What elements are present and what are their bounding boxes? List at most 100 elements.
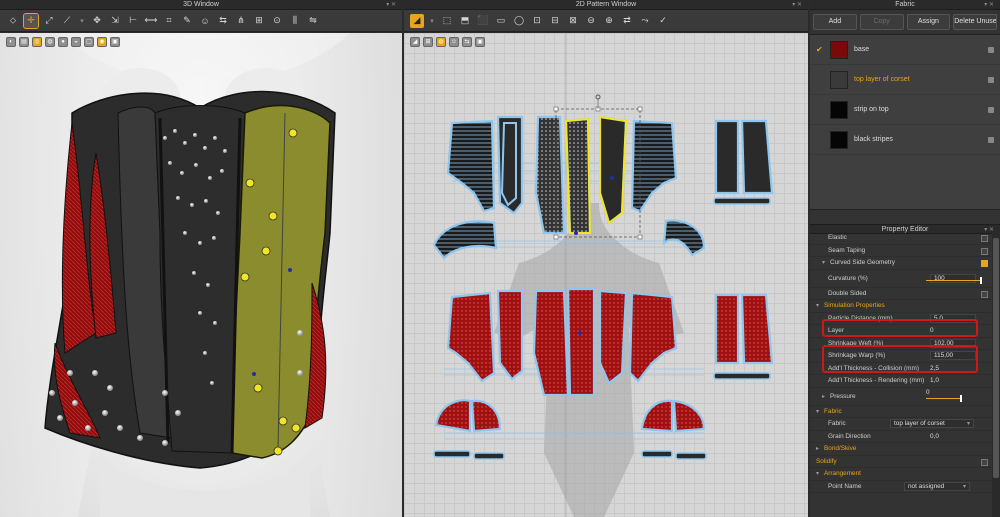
transform-pattern-icon[interactable]: ⬚ [440,14,454,28]
solidify-section[interactable]: Solidify [810,456,992,468]
brush-icon[interactable]: ✎ [180,14,194,28]
pin-view-icon[interactable]: ◉ [97,37,107,47]
show-2d-icon[interactable]: ◢ [410,37,420,47]
sewing-2d-icon[interactable]: ⇆ [462,37,472,47]
slider-knob[interactable] [980,276,982,284]
thickness-collision-value[interactable]: 2,5 [926,365,992,372]
fabric-options-icon[interactable] [988,46,994,53]
double-sided-checkbox[interactable] [981,290,988,298]
double-sided-row: Double Sided [810,288,992,300]
avatar-view-icon[interactable]: ● [58,37,68,47]
segment-icon[interactable]: ⌗ [162,14,176,28]
point-name-dropdown[interactable]: not assigned [904,481,970,491]
fabric-list-item[interactable]: top layer of corset [810,65,1000,95]
dart-icon[interactable]: ⊖ [584,14,598,28]
transform-icon[interactable]: ⤢ [42,14,56,28]
fabric-section[interactable]: ▾ Fabric [810,406,992,418]
2d-pattern-window[interactable]: 2D Pattern Window ▾ ✕ ◢ ▾ ⬚ ⬒ ⬛ ▭ ◯ ⊡ ⊟ … [404,0,808,517]
button-tool-icon[interactable]: ⊙ [270,14,284,28]
slider-knob[interactable] [960,394,962,402]
3d-window[interactable]: 3D Window ▾ ✕ ⬦ ✛ ⤢ ⟋ ▾ ✥ ⇲ ⊢ ⟷ ⌗ ✎ ☺ ⇆ … [0,0,402,517]
simulation-properties-section[interactable]: ▾ Simulation Properties [810,300,992,313]
pin-icon[interactable]: ▾ ✕ [792,0,802,10]
chevron-down-icon[interactable]: ▾ [428,14,436,28]
chevron-down-icon[interactable]: ▾ [78,14,86,28]
chevron-down-icon[interactable]: ▾ [822,259,830,266]
line-icon[interactable]: ⇆ [216,14,230,28]
texture-2d-icon[interactable]: ◍ [436,37,446,47]
tack-icon[interactable]: ⊢ [126,14,140,28]
pin-icon[interactable]: ▾ ✕ [984,0,994,10]
pressure-slider[interactable] [926,394,962,402]
copy-button[interactable]: Copy [859,14,904,30]
edit-pattern-icon[interactable]: ◢ [410,13,424,28]
internal-line-icon[interactable]: ⊡ [530,14,544,28]
bond-skive-section[interactable]: ▸ Bond/Skive [810,443,992,456]
grain-direction-value[interactable]: 0,0 [926,433,992,440]
move-icon[interactable]: ✛ [23,12,39,29]
right-dock: Fabric ▾ ✕ Add Copy Assign Delete Unused… [810,0,1000,517]
select-icon[interactable]: ⬦ [6,14,20,28]
segment-sew-icon[interactable]: ⇄ [620,14,634,28]
2d-viewport[interactable]: ◢ ⊞ ◍ ☺ ⇆ ▣ [404,33,808,517]
rectangle-icon[interactable]: ▭ [494,14,508,28]
camera-icon[interactable]: ▣ [110,37,120,47]
free-sew-icon[interactable]: ⤳ [638,14,652,28]
layer-value[interactable]: 0 [926,327,992,334]
curved-side-geometry-checkbox[interactable] [981,260,988,267]
fabric-options-icon[interactable] [988,76,994,83]
wireframe-icon[interactable]: ▢ [84,37,94,47]
shrinkage-weft-input[interactable]: 102,00 [930,338,976,348]
trace-icon[interactable]: ⊠ [566,14,580,28]
measure-icon[interactable]: ⟷ [144,14,158,28]
property-scrollbar[interactable] [992,232,1000,517]
fabric-list-item[interactable]: strip on top [810,95,1000,125]
stress-icon[interactable]: ◍ [45,37,55,47]
check-sew-icon[interactable]: ✓ [656,14,670,28]
avatar-2d-icon[interactable]: ☺ [449,37,459,47]
strain-map-icon[interactable]: ◎ [32,37,42,47]
fold-icon[interactable]: ⇲ [108,14,122,28]
shrinkage-warp-input[interactable]: 115,00 [930,351,976,361]
sew-icon[interactable]: ⟋ [60,14,74,28]
curvature-input[interactable]: 100 [930,273,976,283]
edit-point-icon[interactable]: ⬒ [458,14,472,28]
fabric-options-icon[interactable] [988,136,994,143]
elastic-checkbox[interactable] [981,235,988,242]
curvature-slider[interactable] [926,276,982,284]
fabric-list-item[interactable]: ✔ base [810,35,1000,65]
avatar-icon[interactable]: ☺ [198,14,212,28]
pin-icon[interactable]: ▾ ✕ [386,0,396,10]
garment-view-icon[interactable]: ◒ [71,37,81,47]
symmetry-icon[interactable]: ⇋ [306,14,320,28]
render-mode-icon[interactable]: ◐ [6,37,16,47]
texture-icon[interactable]: ▤ [19,37,29,47]
zipper-icon[interactable]: ⫼ [288,14,302,28]
fabric-dropdown[interactable]: top layer of corset [890,419,974,429]
delete-unused-button[interactable]: Delete Unused [953,14,997,30]
fabric-swatch [830,100,848,119]
seam-icon[interactable]: ⊟ [548,14,562,28]
polygon-icon[interactable]: ⬛ [476,14,490,28]
chevron-right-icon[interactable]: ▸ [822,393,830,400]
circle-icon[interactable]: ◯ [512,14,526,28]
fabric-options-icon[interactable] [988,106,994,113]
fabric-list-item[interactable]: black stripes [810,125,1000,155]
screenshot-icon[interactable]: ▣ [475,37,485,47]
arrangement-section[interactable]: ▾ Arrangement [810,468,992,481]
node-icon[interactable]: ⋔ [234,14,248,28]
add-button[interactable]: Add [813,14,857,30]
seam-taping-checkbox[interactable] [981,247,988,255]
scrollbar-thumb[interactable] [993,238,999,478]
pattern-grid-icon[interactable]: ⊞ [423,37,433,47]
3d-viewport[interactable]: ◐ ▤ ◎ ◍ ● ◒ ▢ ◉ ▣ [0,33,402,517]
curvature-row: Curvature (%) 100 [810,270,992,288]
assign-button[interactable]: Assign [906,14,951,30]
notch-icon[interactable]: ⊕ [602,14,616,28]
pressure-value[interactable]: 0 [922,389,992,396]
thickness-rendering-value[interactable]: 1,0 [926,377,992,384]
solidify-checkbox[interactable] [981,458,988,466]
particle-distance-input[interactable]: 5,0 [930,313,976,323]
pattern-icon[interactable]: ⊞ [252,14,266,28]
pin-tool-icon[interactable]: ✥ [90,14,104,28]
